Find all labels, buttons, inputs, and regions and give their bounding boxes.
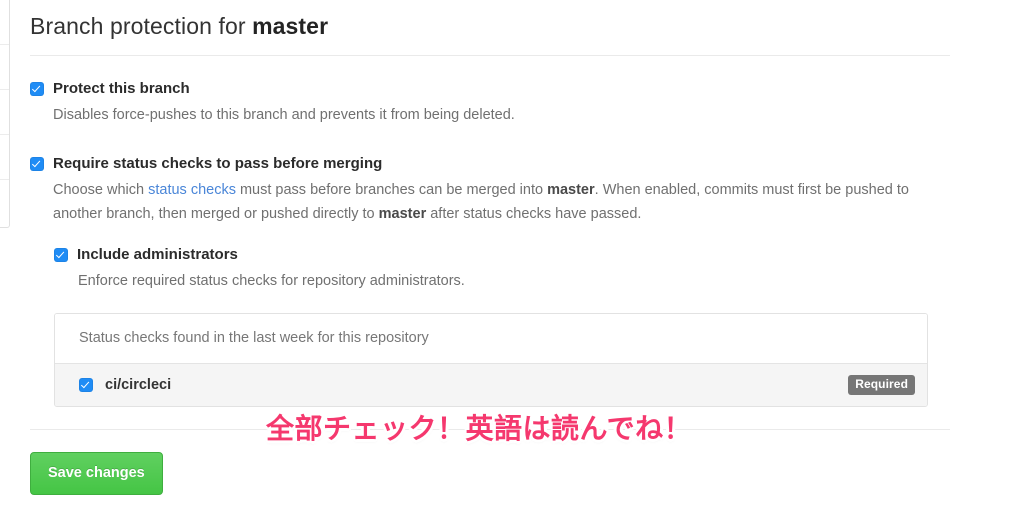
- status-badge-required: Required: [848, 375, 915, 395]
- option-require-label: Require status checks to pass before mer…: [53, 155, 383, 172]
- sidebar-item[interactable]: [0, 135, 9, 180]
- option-protect-label: Protect this branch: [53, 80, 190, 97]
- status-check-row[interactable]: ci/circleci Required: [55, 363, 927, 406]
- page-title-branch: master: [252, 13, 329, 39]
- option-require-status-checks: Require status checks to pass before mer…: [30, 154, 950, 407]
- status-checks-panel: Status checks found in the last week for…: [54, 313, 928, 407]
- checkbox-require-status-checks[interactable]: [30, 157, 44, 171]
- option-include-admins-description: Enforce required status checks for repos…: [78, 273, 465, 289]
- page-title-prefix: Branch protection for: [30, 13, 253, 39]
- sidebar-item[interactable]: [0, 0, 9, 45]
- desc-text-1: Choose which: [53, 182, 149, 198]
- japanese-annotation-overlay: 全部チェック！英語は読んでね！: [266, 413, 693, 444]
- status-check-name: ci/circleci: [105, 377, 172, 393]
- desc-branch-1: master: [547, 182, 595, 198]
- desc-text-2: must pass before branches can be merged …: [235, 182, 548, 198]
- option-protect-header[interactable]: Protect this branch: [30, 79, 950, 99]
- sidebar-item[interactable]: [0, 180, 9, 225]
- option-require-description: Choose which status checks must pass bef…: [53, 178, 950, 226]
- status-checks-link[interactable]: status checks: [148, 182, 236, 198]
- option-require-header[interactable]: Require status checks to pass before mer…: [30, 154, 950, 174]
- desc-text-4: after status checks have passed.: [426, 206, 642, 222]
- option-include-admins-label: Include administrators: [77, 246, 238, 263]
- desc-branch-2: master: [378, 206, 427, 222]
- option-include-administrators: Include administrators Enforce required …: [54, 245, 950, 293]
- checkbox-ci-circleci[interactable]: [79, 378, 93, 392]
- option-protect-this-branch: Protect this branch Disables force-pushe…: [30, 79, 950, 127]
- page-title: Branch protection for master: [30, 0, 950, 41]
- header-divider: [30, 55, 950, 56]
- option-include-admins-header[interactable]: Include administrators: [54, 245, 950, 265]
- save-changes-button[interactable]: Save changes: [30, 452, 163, 495]
- sidebar-item[interactable]: [0, 45, 9, 90]
- checkbox-protect-this-branch[interactable]: [30, 82, 44, 96]
- checkbox-include-administrators[interactable]: [54, 248, 68, 262]
- sidebar-partial-menu[interactable]: [0, 0, 10, 228]
- sidebar-item[interactable]: [0, 90, 9, 135]
- status-checks-panel-header: Status checks found in the last week for…: [55, 314, 927, 363]
- option-protect-description: Disables force-pushes to this branch and…: [53, 107, 515, 123]
